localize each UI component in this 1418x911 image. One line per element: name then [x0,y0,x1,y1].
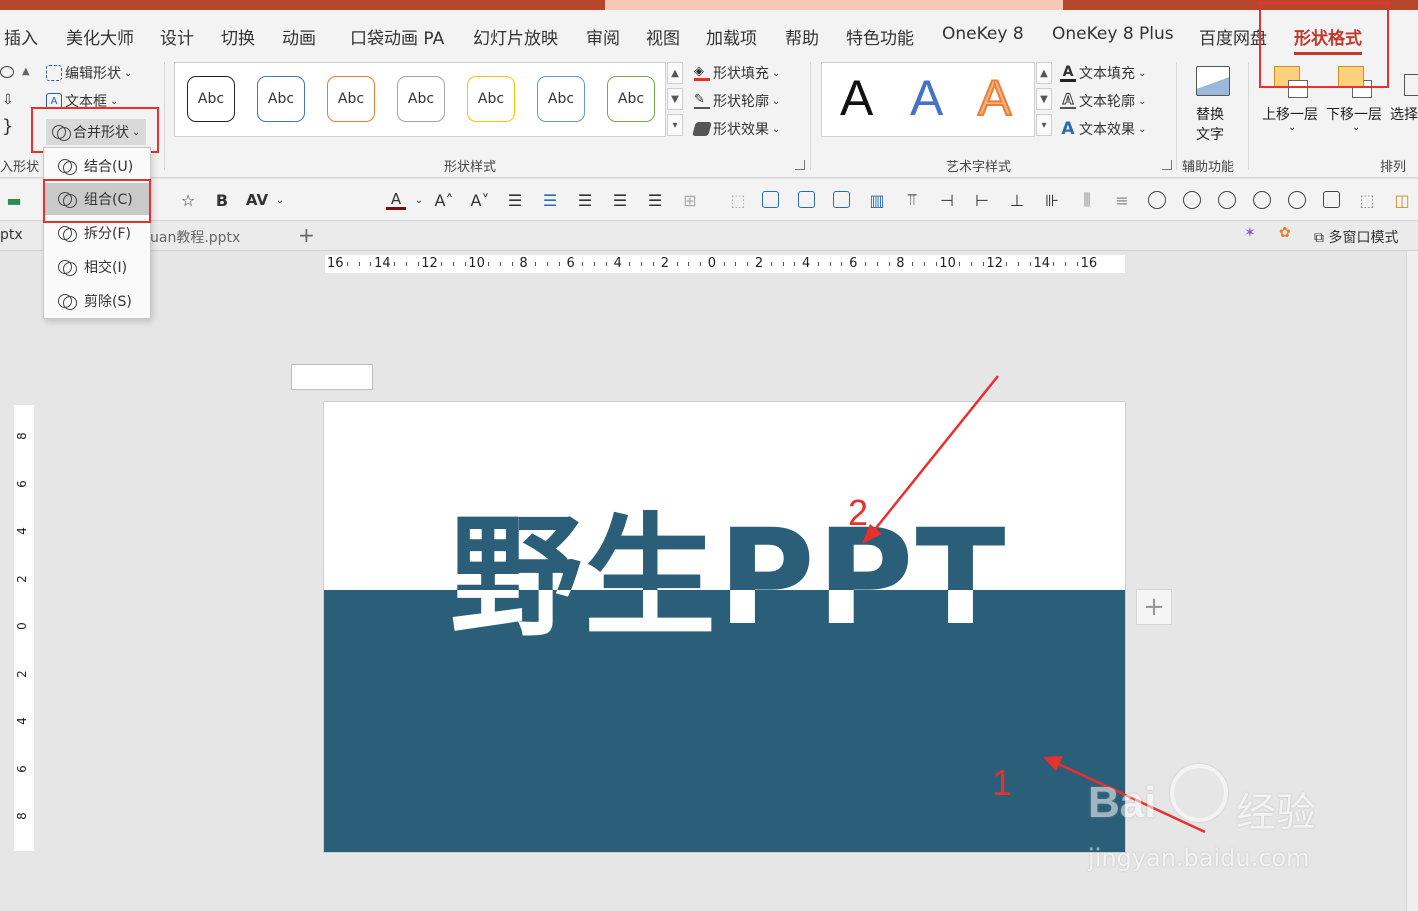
annotation-label-2: 2 [848,492,869,533]
union-icon [58,158,77,175]
menu-item-union[interactable]: 结合(U) [44,150,150,182]
fragment-icon [58,225,77,242]
baidu-watermark: Bai 经验 jingyan.baidu.com [1088,760,1348,880]
merge-shapes-menu: 结合(U) 组合(C) 拆分(F) 相交(I) 剪除(S) [43,147,151,319]
watermark-cn: 经验 [1236,790,1316,836]
vertical-scrollbar[interactable] [1406,251,1418,911]
arrow-2-line [867,375,999,539]
watermark-brand: Bai [1088,778,1157,827]
paw-icon [1170,764,1228,822]
menu-item-combine[interactable]: 组合(C) [44,183,150,215]
subtract-icon [58,293,77,310]
menu-item-subtract[interactable]: 剪除(S) [44,285,150,317]
menu-item-intersect[interactable]: 相交(I) [44,251,150,283]
annotation-label-1: 1 [992,762,1013,803]
watermark-url: jingyan.baidu.com [1088,844,1310,872]
intersect-icon [58,259,77,276]
menu-item-fragment[interactable]: 拆分(F) [44,217,150,249]
combine-icon [58,191,77,208]
